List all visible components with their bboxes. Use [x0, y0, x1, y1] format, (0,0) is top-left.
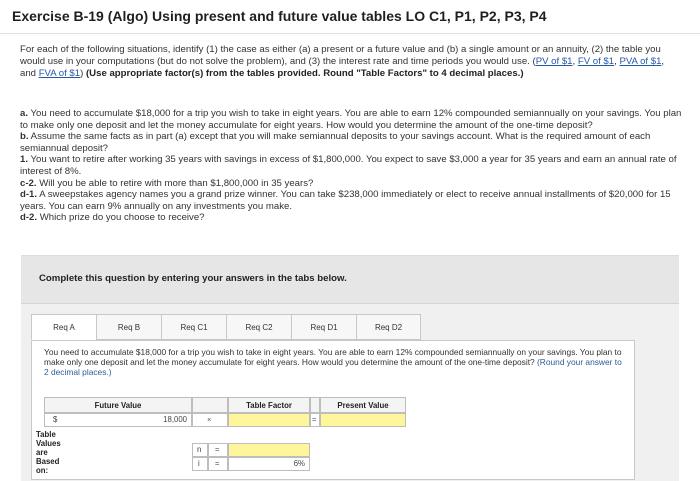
scenario-b: b. Assume the same facts as in part (a) …: [20, 131, 682, 154]
scenario-d1: d-1. A sweepstakes agency names you a gr…: [20, 189, 682, 212]
answer-panel-header: Complete this question by entering your …: [21, 256, 679, 304]
header-future-value: Future Value: [44, 397, 192, 413]
equals-operator: =: [215, 445, 220, 454]
equals-operator: =: [215, 459, 220, 468]
tab-req-b[interactable]: Req B: [96, 314, 161, 340]
link-fv-of-1[interactable]: FV of $1: [578, 56, 614, 67]
multiply-operator: ×: [207, 415, 212, 424]
n-periods-input[interactable]: [228, 443, 310, 457]
scenario-text: You want to retire after working 35 year…: [20, 154, 677, 177]
tab-req-a[interactable]: Req A: [31, 314, 96, 340]
header-spacer: [192, 397, 228, 413]
instructions-bold-note: (Use appropriate factor(s) from the tabl…: [85, 67, 524, 79]
question-body: You need to accumulate $18,000 for a tri…: [44, 347, 622, 367]
tab-req-c1[interactable]: Req C1: [161, 314, 226, 340]
table-factor-input[interactable]: [228, 413, 310, 427]
link-pva-of-1[interactable]: PVA of $1: [619, 56, 661, 67]
n-label-cell: n: [192, 443, 208, 457]
scenario-c2: c-2. Will you be able to retire with mor…: [20, 178, 682, 190]
answer-panel: Complete this question by entering your …: [21, 255, 679, 481]
scenario-label: d-1.: [20, 189, 38, 201]
header-present-value: Present Value: [320, 397, 406, 413]
i-equals-cell: =: [208, 457, 228, 471]
scenario-label: c-2.: [20, 177, 37, 189]
scenario-1: 1. You want to retire after working 35 y…: [20, 154, 682, 177]
question-text: You need to accumulate $18,000 for a tri…: [44, 347, 624, 377]
equals-operator-cell: =: [310, 413, 320, 427]
n-label: n: [197, 445, 202, 454]
instructions: For each of the following situations, id…: [20, 44, 665, 79]
scenario-text: A sweepstakes agency names you a grand p…: [20, 189, 671, 212]
link-pv-of-1[interactable]: PV of $1: [536, 56, 573, 67]
equals-operator: =: [312, 415, 317, 424]
page-title: Exercise B-19 (Algo) Using present and f…: [12, 8, 547, 24]
interest-rate-value: 6%: [293, 459, 305, 468]
currency-symbol: $: [53, 415, 58, 424]
i-label: i: [198, 459, 200, 468]
tab-content-req-a: You need to accumulate $18,000 for a tri…: [31, 340, 635, 480]
future-value-cell: $ 18,000: [44, 413, 192, 427]
answer-panel-heading: Complete this question by entering your …: [39, 273, 347, 284]
tab-req-d1[interactable]: Req D1: [291, 314, 356, 340]
multiply-operator-cell: ×: [192, 413, 228, 427]
scenario-text: Will you be able to retire with more tha…: [39, 177, 314, 189]
tab-req-d2[interactable]: Req D2: [356, 314, 421, 340]
header-bar: Exercise B-19 (Algo) Using present and f…: [0, 0, 700, 34]
future-value-amount: 18,000: [163, 415, 187, 424]
link-fva-of-1[interactable]: FVA of $1: [39, 68, 80, 79]
header-spacer: [310, 397, 320, 413]
scenario-text: Assume the same facts as in part (a) exc…: [20, 131, 651, 154]
scenarios: a. You need to accumulate $18,000 for a …: [20, 108, 682, 224]
scenario-d2: d-2. Which prize do you choose to receiv…: [20, 212, 682, 224]
req-tabs: Req A Req B Req C1 Req C2 Req D1 Req D2: [31, 314, 421, 340]
scenario-label: b.: [20, 131, 29, 143]
scenario-text: Which prize do you choose to receive?: [39, 212, 205, 224]
scenario-label: 1.: [20, 154, 29, 166]
tab-req-c2[interactable]: Req C2: [226, 314, 291, 340]
scenario-a: a. You need to accumulate $18,000 for a …: [20, 108, 682, 131]
n-equals-cell: =: [208, 443, 228, 457]
instructions-close-paren: ): [80, 67, 84, 79]
scenario-label: d-2.: [20, 212, 38, 224]
scenario-label: a.: [20, 108, 29, 119]
i-label-cell: i: [192, 457, 208, 471]
interest-rate-cell[interactable]: 6%: [228, 457, 310, 471]
table-based-on-label: Table Values are Based on:: [36, 430, 61, 475]
header-table-factor: Table Factor: [228, 397, 310, 413]
present-value-input[interactable]: [320, 413, 406, 427]
scenario-text: You need to accumulate $18,000 for a tri…: [20, 108, 682, 131]
